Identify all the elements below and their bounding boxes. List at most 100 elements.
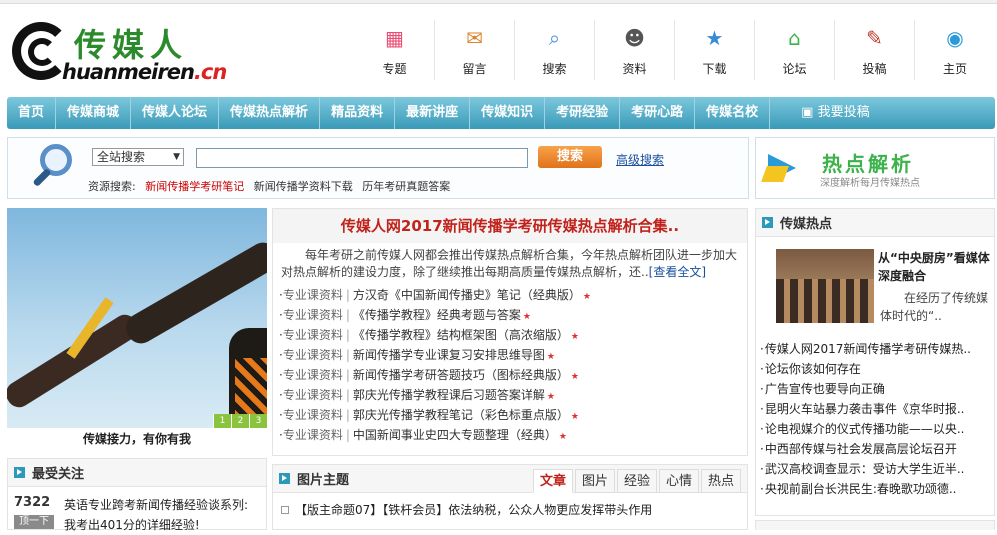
list-item[interactable]: ·专业课资料 | 《传播学教程》结构框架图（高浓缩版） ★	[279, 325, 741, 345]
item-category[interactable]: 专业课资料	[283, 328, 343, 342]
advanced-search-link[interactable]: 高级搜索	[616, 151, 664, 168]
nav-item[interactable]: 精品资料	[320, 97, 396, 129]
separator: |	[345, 388, 350, 402]
hot-list-item[interactable]: 论坛你该如何存在	[760, 359, 990, 379]
hot-list-item[interactable]: 广告宣传也要导向正确	[760, 379, 990, 399]
topnav-item[interactable]: ☻ 资料	[595, 20, 675, 80]
item-title[interactable]: 新闻传播学专业课复习安排思维导图	[353, 348, 545, 362]
topic-row[interactable]: 【版主命题07】【铁杆会员】依法纳税，公众人物更应发挥带头作用	[281, 501, 652, 518]
topnav-item[interactable]: ⌂ 论坛	[755, 20, 835, 80]
item-category[interactable]: 专业课资料	[283, 388, 343, 402]
play-icon	[279, 473, 290, 484]
resource-link-notes[interactable]: 新闻传播学考研笔记	[145, 180, 244, 193]
list-item[interactable]: ·专业课资料 | 中国新闻事业史四大专题整理（经典） ★	[279, 425, 741, 445]
hot-list-item[interactable]: 论电视媒介的仪式传播功能——以央..	[760, 419, 990, 439]
list-item[interactable]: ·专业课资料 | 新闻传播学专业课复习安排思维导图 ★	[279, 345, 741, 365]
panel-title: 最受关注	[32, 467, 85, 482]
search-input[interactable]	[196, 148, 528, 168]
slide-dot[interactable]: 2	[231, 414, 249, 428]
item-title[interactable]: 方汉奇《中国新闻传播史》笔记（经典版）	[353, 288, 581, 302]
item-category[interactable]: 专业课资料	[283, 428, 343, 442]
list-item[interactable]: ·专业课资料 | 郭庆光传播学教程课后习题答案详解 ★	[279, 385, 741, 405]
item-category[interactable]: 专业课资料	[283, 308, 343, 322]
topnav-label: 论坛	[782, 62, 807, 76]
slideshow-caption[interactable]: 传媒接力，有你有我	[7, 430, 267, 447]
tab-item[interactable]: 热点	[701, 469, 741, 493]
upvote-button[interactable]: 顶一下	[14, 515, 54, 529]
focus-article-link[interactable]: 英语专业跨考新闻传播经验谈系列:我考出401分的详细经验!	[64, 495, 260, 535]
search-panel: 全站搜索 ▼ 搜索 高级搜索 资源搜索: 新闻传播学考研笔记 新闻传播学资料下载 …	[7, 137, 749, 199]
topnav-item[interactable]: ✎ 投稿	[835, 20, 915, 80]
nav-item[interactable]: 传媒人论坛	[131, 97, 220, 129]
feature-title[interactable]: 传媒人网2017新闻传播学考研传媒热点解析合集..	[273, 209, 747, 243]
monitor-icon: ▣	[801, 105, 818, 120]
item-title[interactable]: 《传播学教程》结构框架图（高浓缩版）	[353, 328, 569, 342]
item-category[interactable]: 专业课资料	[283, 368, 343, 382]
tab-item[interactable]: 经验	[617, 469, 657, 493]
slide-dot[interactable]: 1	[213, 414, 231, 428]
search-scope-select[interactable]: 全站搜索 ▼	[92, 148, 184, 166]
list-item[interactable]: ·专业课资料 | 方汉奇《中国新闻传播史》笔记（经典版） ★	[279, 285, 741, 305]
nav-item[interactable]: 最新讲座	[395, 97, 471, 129]
person-icon: ☻	[624, 26, 645, 50]
separator: |	[345, 428, 350, 442]
read-more-link[interactable]: [查看全文]	[649, 265, 706, 279]
item-category[interactable]: 专业课资料	[283, 288, 343, 302]
topnav-item[interactable]: ✉ 留言	[435, 20, 515, 80]
hot-list-item[interactable]: 传媒人网2017新闻传播学考研传媒热..	[760, 339, 990, 359]
resource-link-download[interactable]: 新闻传播学资料下载	[254, 180, 353, 193]
logo-c-inner	[28, 38, 56, 66]
topnav-label: 资料	[622, 62, 647, 76]
vote-count: 7322	[14, 495, 51, 510]
slide-dot[interactable]: 3	[249, 414, 267, 428]
item-title[interactable]: 《传播学教程》经典考题与答案	[353, 308, 521, 322]
feature-panel: 传媒人网2017新闻传播学考研传媒热点解析合集.. 每年考研之前传媒人网都会推出…	[272, 208, 748, 456]
item-title[interactable]: 郭庆光传播学教程笔记（彩色标重点版）	[353, 408, 569, 422]
nav-item[interactable]: 考研心路	[620, 97, 696, 129]
topnav-item[interactable]: ◉ 主页	[915, 20, 995, 80]
list-item[interactable]: ·专业课资料 | 新闻传播学考研答题技巧（图标经典版） ★	[279, 365, 741, 385]
topnav-label: 留言	[462, 62, 487, 76]
topnav-item[interactable]: ⌕ 搜索	[515, 20, 595, 80]
nav-item[interactable]: 首页	[7, 97, 57, 129]
magnifier-icon: ⌕	[548, 26, 561, 50]
hot-star-icon: ★	[582, 292, 591, 302]
tab-item[interactable]: 文章	[533, 469, 573, 493]
hot-list-item[interactable]: 央视前副台长洪民生:春晚歌功颂德..	[760, 479, 990, 499]
slideshow-image[interactable]: 1 2 3	[7, 208, 267, 428]
hot-list-item[interactable]: 昆明火车站暴力袭击事件《京华时报..	[760, 399, 990, 419]
logo-pinyin: huanmeiren.cn	[62, 60, 227, 84]
hot-list-item[interactable]: 中西部传媒与社会发展高层论坛召开	[760, 439, 990, 459]
hot-list: 传媒人网2017新闻传播学考研传媒热..论坛你该如何存在广告宣传也要导向正确昆明…	[760, 339, 990, 499]
topnav-item[interactable]: ★ 下载	[675, 20, 755, 80]
tab-item[interactable]: 心情	[659, 469, 699, 493]
item-title[interactable]: 中国新闻事业史四大专题整理（经典）	[353, 428, 557, 442]
nav-item[interactable]: 传媒商城	[56, 97, 132, 129]
tab-item[interactable]: 图片	[575, 469, 615, 493]
hot-thumbnail[interactable]	[776, 249, 874, 323]
topic-tabs: 文章 图片 经验 心情 热点	[531, 469, 741, 493]
hot-headline[interactable]: 从“中央厨房”看媒体深度融合	[878, 249, 992, 285]
resource-link-exams[interactable]: 历年考研真题答案	[362, 180, 450, 193]
slideshow-pager: 1 2 3	[213, 414, 267, 428]
nav-item[interactable]: 传媒热点解析	[219, 97, 321, 129]
hot-analysis-banner[interactable]: 热点解析 深度解析每月传媒热点	[755, 137, 995, 199]
item-category[interactable]: 专业课资料	[283, 408, 343, 422]
hot-star-icon: ★	[558, 432, 567, 442]
list-item[interactable]: ·专业课资料 | 郭庆光传播学教程笔记（彩色标重点版） ★	[279, 405, 741, 425]
search-button[interactable]: 搜索	[538, 146, 602, 168]
site-logo[interactable]: 传媒人 huanmeiren.cn	[10, 18, 240, 88]
hot-list-item[interactable]: 武汉高校调查显示：受访大学生近半..	[760, 459, 990, 479]
item-title[interactable]: 新闻传播学考研答题技巧（图标经典版）	[353, 368, 569, 382]
nav-item[interactable]: 传媒名校	[695, 97, 771, 129]
nav-item[interactable]: 传媒知识	[470, 97, 546, 129]
submit-article-link[interactable]: ▣ 我要投稿	[790, 97, 880, 129]
photo-arm	[7, 310, 143, 412]
item-title[interactable]: 郭庆光传播学教程课后习题答案详解	[353, 388, 545, 402]
list-item[interactable]: ·专业课资料 | 《传播学教程》经典考题与答案 ★	[279, 305, 741, 325]
top-strip	[0, 0, 997, 4]
nav-item[interactable]: 考研经验	[545, 97, 621, 129]
panel-title: 传媒热点	[780, 217, 833, 232]
item-category[interactable]: 专业课资料	[283, 348, 343, 362]
topnav-item[interactable]: ▦ 专题	[355, 20, 435, 80]
